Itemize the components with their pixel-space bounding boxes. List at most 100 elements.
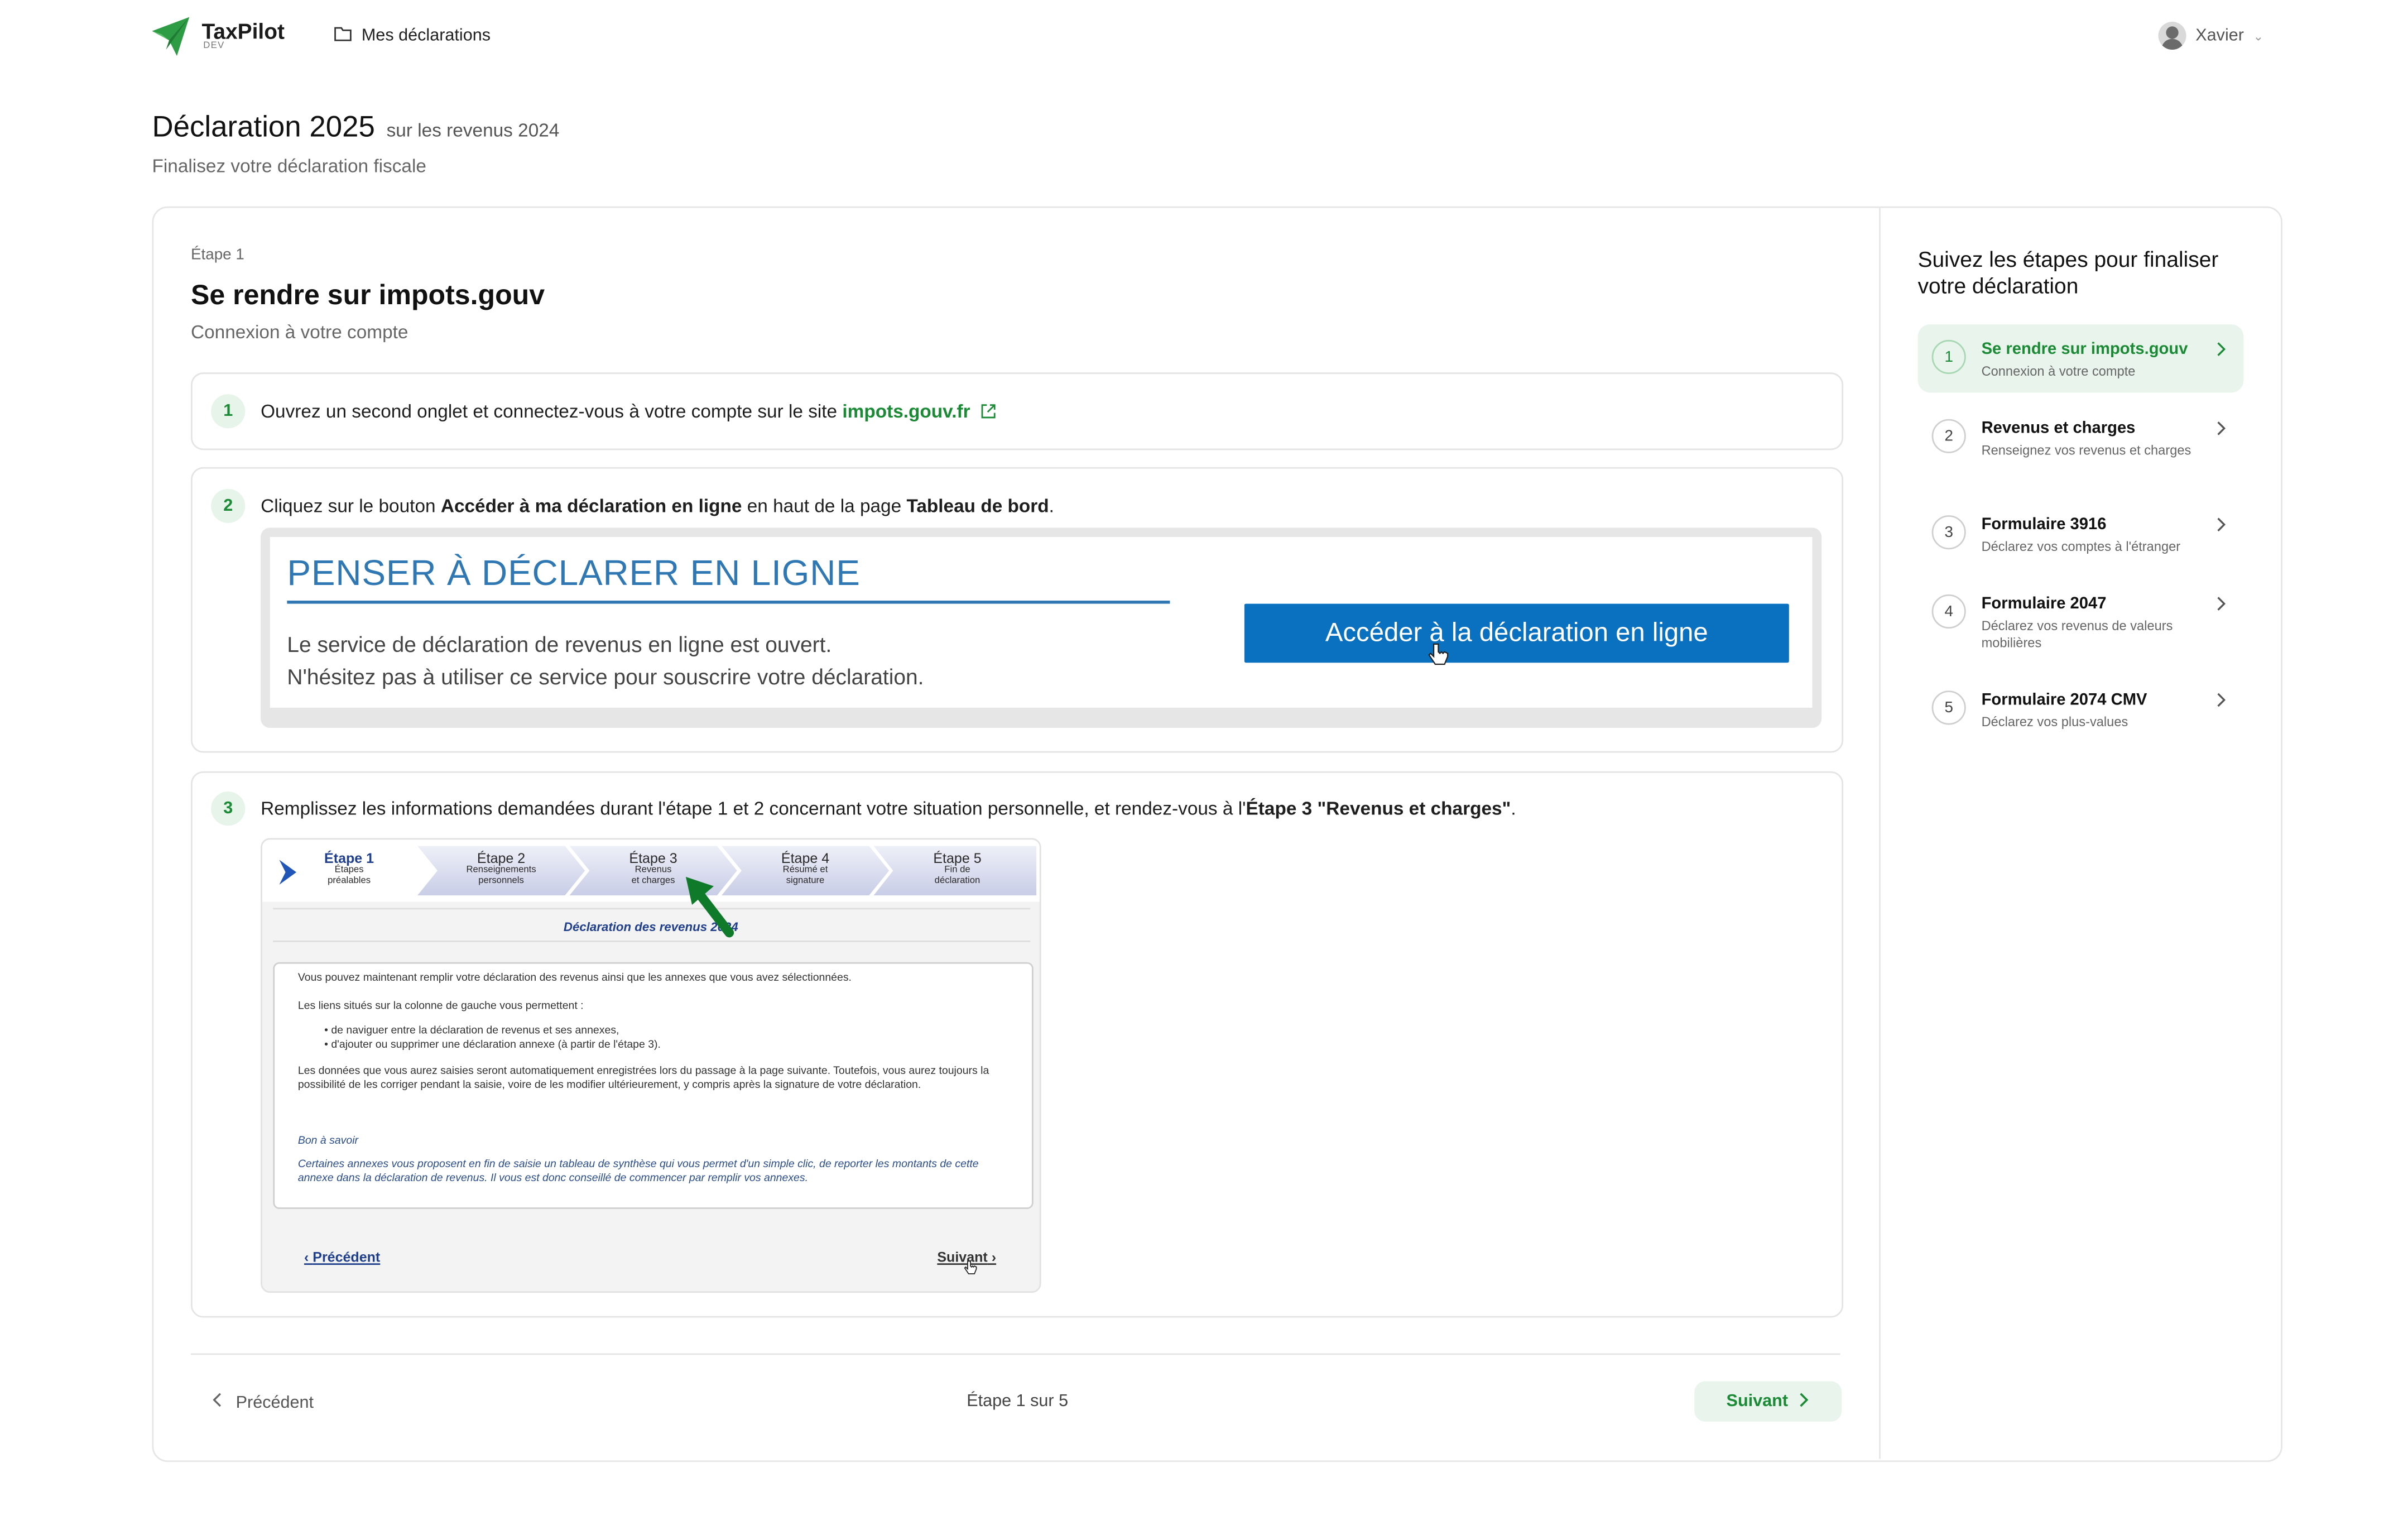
content-p3: Les données que vous aurez saisies seron… (297, 1066, 989, 1091)
screenshot-impots-steps: Étape 1 Étapes préalables Étape 2 Rensei… (261, 838, 1041, 1293)
sidebar-step-5[interactable]: 5 Formulaire 2074 CMV Déclarez vos plus-… (1918, 675, 2244, 743)
text-segment: . (1511, 798, 1516, 820)
step-label: Étape 1 (190, 247, 244, 264)
page-subtitle: Finalisez votre déclaration fiscale (152, 155, 426, 177)
page-title-suffix: sur les revenus 2024 (386, 119, 560, 142)
taxpilot-logo-icon[interactable] (149, 12, 195, 59)
sidebar-step-3[interactable]: 3 Formulaire 3916 Déclarez vos comptes à… (1918, 500, 2244, 568)
banner-line-1: Le service de déclaration de revenus en … (287, 631, 832, 657)
content-note: Certaines annexes vous proposent en fin … (298, 1159, 1015, 1186)
sidebar-step-number: 4 (1931, 594, 1966, 629)
stepper-step-1: Étape 1 Étapes préalables (309, 846, 390, 895)
instruction-1-body: Ouvrez un second onglet et connectez-vou… (261, 400, 843, 423)
text-segment: . (1049, 495, 1054, 517)
banner-line-2: N'hésitez pas à utiliser ce service pour… (287, 664, 924, 689)
instruction-3-text: Remplissez les informations demandées du… (261, 798, 1516, 819)
prev-button[interactable]: Précédent (211, 1392, 314, 1412)
user-menu[interactable]: Xavier ⌄ (2158, 21, 2264, 50)
content-p1: Vous pouvez maintenant remplir votre déc… (297, 973, 852, 984)
bullet-text: d'ajouter ou supprimer une déclaration a… (331, 1039, 661, 1051)
chevron-right-icon (1799, 1392, 1809, 1412)
sidebar-step-subtitle: Déclarez vos comptes à l'étranger (1981, 538, 2181, 554)
green-arrow-icon (682, 874, 738, 947)
screenshot-prev-label: Précédent (313, 1249, 381, 1265)
stepper-step-4: Étape 4 Résumé et signature (743, 846, 867, 895)
sidebar-step-title: Formulaire 2047 (1981, 594, 2107, 613)
external-link-icon[interactable] (980, 402, 996, 424)
stepper-step-sub: déclaration (934, 876, 980, 886)
screenshot-heading: Déclaration des revenus 2024 (563, 920, 738, 934)
text-segment: en haut de la page (742, 495, 907, 517)
divider (273, 940, 1031, 942)
app-root: TaxPilot DEV Mes déclarations Xavier ⌄ D… (0, 0, 2408, 1530)
sidebar-step-title: Formulaire 3916 (1981, 515, 2107, 534)
stepper-step-sub: Fin de (944, 866, 970, 876)
sidebar-step-subtitle: Déclarez vos plus-values (1981, 713, 2128, 730)
chevron-right-icon (2215, 340, 2226, 362)
bullet-text: de naviguer entre la déclaration de reve… (331, 1025, 619, 1037)
stepper-step-sub: Résumé et (782, 866, 828, 876)
instruction-number: 1 (211, 394, 246, 429)
note-title: Bon à savoir (297, 1136, 359, 1147)
page-title-main: Déclaration 2025 (152, 112, 375, 145)
screenshot-prev: ‹ Précédent (304, 1249, 381, 1265)
sidebar-step-title: Se rendre sur impots.gouv (1981, 339, 2188, 359)
chevron-down-icon: ⌄ (2253, 28, 2264, 43)
next-button[interactable]: Suivant (1694, 1381, 1842, 1422)
page-title: Déclaration 2025 sur les revenus 2024 (152, 112, 559, 146)
chevron-left-icon (211, 1392, 223, 1412)
text-bold: Accéder à ma déclaration en ligne (440, 495, 742, 517)
banner-access-button: Accéder à la déclaration en ligne (1244, 603, 1789, 663)
note-text: Certaines annexes vous proposent en fin … (297, 1159, 979, 1184)
stepper-step-title: Étape 1 (324, 850, 374, 866)
sidebar-step-number: 1 (1931, 339, 1966, 375)
sidebar-step-number: 3 (1931, 515, 1966, 550)
banner-title: PENSER À DÉCLARER EN LIGNE (287, 552, 861, 593)
content-note-title: Bon à savoir (298, 1136, 1012, 1149)
avatar (2158, 21, 2186, 50)
step-subtitle: Connexion à votre compte (190, 321, 408, 343)
chevron-right-icon (2215, 594, 2226, 616)
screenshot-content-box: Vous pouvez maintenant remplir votre déc… (273, 962, 1034, 1209)
stepper-step-sub: personnels (478, 876, 524, 886)
content-p2: Les liens situés sur la colonne de gauch… (297, 1001, 584, 1012)
stepper-step-2: Étape 2 Renseignements personnels (439, 846, 563, 895)
nav-label: Mes déclarations (361, 26, 491, 45)
footer-divider (190, 1353, 1840, 1355)
step-progress: Étape 1 sur 5 (967, 1392, 1069, 1411)
nav-my-declarations[interactable]: Mes déclarations (334, 25, 491, 46)
text-bold: Tableau de bord (906, 495, 1049, 517)
stepper-step-title: Étape 4 (781, 850, 830, 866)
stepper-step-title: Étape 2 (477, 850, 526, 866)
sidebar-step-number: 5 (1931, 690, 1966, 725)
step-title: Se rendre sur impots.gouv (190, 279, 545, 311)
sidebar-step-4[interactable]: 4 Formulaire 2047 Déclarez vos revenus d… (1918, 579, 2244, 660)
sidebar-step-2[interactable]: 2 Revenus et charges Renseignez vos reve… (1918, 404, 2244, 485)
sidebar-title: Suivez les étapes pour finaliser votre d… (1917, 247, 2219, 298)
stepper-step-sub: Étapes (334, 866, 364, 876)
stepper-step-sub: Renseignements (466, 866, 536, 876)
sidebar-step-1[interactable]: 1 Se rendre sur impots.gouv Connexion à … (1917, 324, 2244, 393)
logo-text[interactable]: TaxPilot (201, 18, 285, 43)
hand-cursor-icon (1428, 642, 1449, 675)
sidebar-step-subtitle: Connexion à votre compte (1981, 363, 2136, 379)
divider (273, 908, 1031, 910)
next-button-label: Suivant (1726, 1392, 1789, 1411)
sidebar-step-subtitle: Déclarez vos revenus de valeurs mobilièr… (1981, 617, 2173, 650)
stepper-step-title: Étape 5 (933, 850, 982, 866)
text-bold: Étape 3 "Revenus et charges" (1246, 798, 1511, 820)
instruction-number: 2 (211, 488, 246, 523)
sidebar-step-number: 2 (1931, 419, 1966, 453)
chevron-right-icon (2215, 419, 2226, 441)
steps-sidebar: Suivez les étapes pour finaliser votre d… (1879, 208, 2281, 1459)
chevron-right-icon (276, 858, 301, 894)
chevron-right-icon (2215, 515, 2226, 537)
folder-icon (334, 25, 352, 46)
stepper-step-title: Étape 3 (629, 850, 677, 866)
stepper-step-5: Étape 5 Fin de déclaration (895, 846, 1019, 895)
impots-link[interactable]: impots.gouv.fr (842, 400, 970, 422)
text-segment: Cliquez sur le bouton (261, 495, 441, 517)
stepper-step-sub: signature (786, 876, 825, 886)
banner-inner: PENSER À DÉCLARER EN LIGNE Le service de… (270, 537, 1813, 708)
instruction-1-text: Ouvrez un second onglet et connectez-vou… (261, 400, 996, 424)
